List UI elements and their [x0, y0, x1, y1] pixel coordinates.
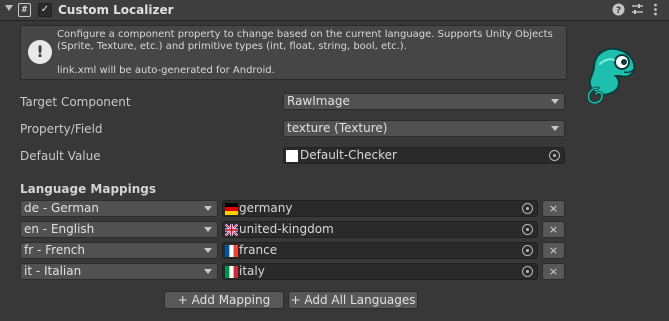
- mapping-asset-text: germany: [239, 201, 293, 215]
- mapping-asset-text: italy: [239, 264, 265, 278]
- remove-mapping-button[interactable]: ×: [542, 200, 565, 217]
- language-value: it - Italian: [24, 264, 82, 278]
- more-icon[interactable]: [648, 3, 662, 17]
- add-mapping-button[interactable]: + Add Mapping: [164, 291, 284, 309]
- mapping-asset-field-fr[interactable]: france: [222, 242, 538, 259]
- germany-flag-icon: [225, 203, 238, 215]
- object-picker-icon[interactable]: [549, 150, 560, 161]
- property-field-dropdown[interactable]: texture (Texture): [283, 120, 565, 137]
- default-value-field[interactable]: Default-Checker: [283, 147, 565, 164]
- component-title: Custom Localizer: [58, 3, 174, 17]
- mapping-asset-text: france: [239, 243, 278, 257]
- remove-mapping-button[interactable]: ×: [542, 263, 565, 280]
- texture-thumbnail-icon: [286, 150, 298, 162]
- language-value: fr - French: [24, 243, 86, 257]
- chevron-down-icon: [204, 269, 212, 274]
- target-component-dropdown[interactable]: RawImage: [283, 93, 565, 110]
- language-value: de - German: [24, 201, 100, 215]
- add-all-languages-button[interactable]: + Add All Languages: [288, 291, 418, 309]
- presets-icon[interactable]: [630, 3, 644, 17]
- svg-text:?: ?: [615, 6, 620, 16]
- object-picker-icon[interactable]: [522, 224, 533, 235]
- target-component-value: RawImage: [287, 94, 350, 108]
- help-note: link.xml will be auto-generated for Andr…: [57, 65, 275, 76]
- language-dropdown-de[interactable]: de - German: [20, 200, 218, 217]
- help-icon[interactable]: ?: [611, 3, 625, 17]
- target-component-label: Target Component: [20, 95, 131, 109]
- italy-flag-icon: [225, 266, 238, 278]
- chevron-down-icon: [204, 227, 212, 232]
- mapping-asset-field-it[interactable]: italy: [222, 263, 538, 280]
- language-dropdown-fr[interactable]: fr - French: [20, 242, 218, 259]
- property-field-label: Property/Field: [20, 122, 103, 136]
- language-value: en - English: [24, 222, 95, 236]
- france-flag-icon: [225, 245, 238, 257]
- chevron-down-icon: [204, 206, 212, 211]
- chevron-down-icon: [204, 248, 212, 253]
- default-value-text: Default-Checker: [300, 148, 397, 162]
- object-picker-icon[interactable]: [522, 245, 533, 256]
- language-mappings-title: Language Mappings: [20, 182, 157, 196]
- language-dropdown-en[interactable]: en - English: [20, 221, 218, 238]
- remove-mapping-button[interactable]: ×: [542, 221, 565, 238]
- help-box: ! Configure a component property to chan…: [20, 25, 567, 80]
- mapping-asset-field-de[interactable]: germany: [222, 200, 538, 217]
- chameleon-logo-icon: [580, 38, 640, 106]
- language-dropdown-it[interactable]: it - Italian: [20, 263, 218, 280]
- enabled-checkbox[interactable]: ✓: [38, 3, 52, 17]
- help-text: Configure a component property to change…: [57, 29, 553, 52]
- default-value-label: Default Value: [20, 149, 101, 163]
- property-field-value: texture (Texture): [287, 121, 388, 135]
- chevron-down-icon: [551, 126, 559, 131]
- object-picker-icon[interactable]: [522, 266, 533, 277]
- foldout-arrow-icon[interactable]: [5, 5, 13, 11]
- info-icon: !: [28, 40, 52, 64]
- chevron-down-icon: [551, 99, 559, 104]
- mapping-asset-field-en[interactable]: united-kingdom: [222, 221, 538, 238]
- uk-flag-icon: [225, 224, 238, 236]
- mapping-asset-text: united-kingdom: [239, 222, 334, 236]
- script-icon: #: [18, 3, 31, 17]
- object-picker-icon[interactable]: [522, 203, 533, 214]
- remove-mapping-button[interactable]: ×: [542, 242, 565, 259]
